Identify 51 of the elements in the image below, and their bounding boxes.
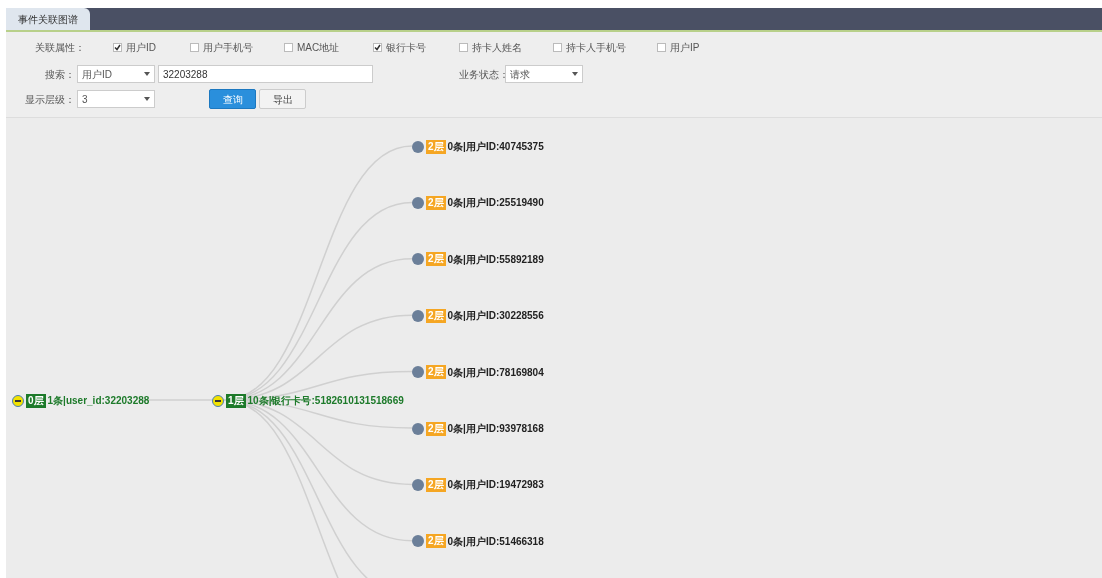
collapse-icon[interactable] bbox=[212, 394, 224, 407]
node-label: 0条|用户ID:19472983 bbox=[447, 478, 544, 493]
level-badge: 2层 bbox=[426, 308, 446, 323]
checkbox[interactable] bbox=[459, 42, 468, 52]
field-label: 业务状态： bbox=[459, 67, 505, 82]
checkbox[interactable] bbox=[284, 42, 293, 52]
checkbox-label: 持卡人姓名 bbox=[472, 40, 522, 55]
checkbox-label: MAC地址 bbox=[297, 40, 340, 55]
node-label: 0条|用户ID:25519490 bbox=[447, 196, 544, 211]
checkbox-label: 用户IP bbox=[670, 40, 700, 55]
search-type-select[interactable]: 用户ID bbox=[77, 65, 155, 83]
checkbox[interactable] bbox=[553, 42, 562, 52]
level-badge: 0层 bbox=[26, 393, 46, 408]
checkbox-label: 银行卡号 bbox=[386, 40, 426, 55]
node-label: 10条|银行卡号:5182610131518669 bbox=[247, 394, 404, 408]
checkbox[interactable] bbox=[113, 42, 122, 52]
checkbox[interactable] bbox=[373, 42, 382, 52]
level-badge: 2层 bbox=[426, 477, 446, 492]
node-label: 0条|用户ID:30228556 bbox=[447, 309, 544, 324]
node-label: 0条|用户ID:40745375 bbox=[447, 140, 544, 154]
dropdown-caret-icon bbox=[144, 97, 150, 101]
status-select[interactable]: 请求 bbox=[505, 65, 583, 83]
check-icon bbox=[374, 43, 381, 51]
dropdown-caret-icon bbox=[572, 72, 578, 76]
checkbox-label: 用户手机号 bbox=[203, 40, 253, 55]
node-label: 0条|用户ID:78169804 bbox=[447, 365, 544, 380]
export-button[interactable]: 导出 bbox=[259, 89, 306, 109]
level-badge: 2层 bbox=[426, 195, 446, 210]
search-input[interactable]: 32203288 bbox=[158, 65, 373, 83]
node-label: 0条|用户ID:93978168 bbox=[447, 422, 544, 436]
field-label: 搜索： bbox=[44, 67, 75, 82]
node-label: 0条|用户ID:55892189 bbox=[447, 252, 544, 267]
level-badge: 2层 bbox=[426, 534, 446, 549]
field-label: 关联属性： bbox=[35, 40, 86, 55]
node-label: 0条|用户ID:51466318 bbox=[447, 534, 544, 549]
level-badge: 2层 bbox=[426, 365, 446, 380]
node-label: 1条|user_id:32203288 bbox=[47, 394, 150, 408]
checkbox-label: 用户ID bbox=[126, 40, 156, 55]
level-badge: 2层 bbox=[426, 139, 446, 154]
checkbox[interactable] bbox=[190, 42, 199, 52]
field-label: 显示层级： bbox=[24, 92, 75, 107]
level-badge: 1层 bbox=[226, 393, 246, 408]
dropdown-caret-icon bbox=[144, 72, 150, 76]
check-icon bbox=[114, 43, 121, 51]
collapse-icon[interactable] bbox=[12, 394, 24, 407]
tab[interactable]: 事件关联图谱 bbox=[6, 8, 90, 30]
checkbox-label: 持卡人手机号 bbox=[566, 40, 626, 55]
depth-select[interactable]: 3 bbox=[77, 90, 155, 108]
level-badge: 2层 bbox=[426, 252, 446, 267]
checkbox[interactable] bbox=[657, 42, 666, 52]
level-badge: 2层 bbox=[426, 421, 446, 436]
